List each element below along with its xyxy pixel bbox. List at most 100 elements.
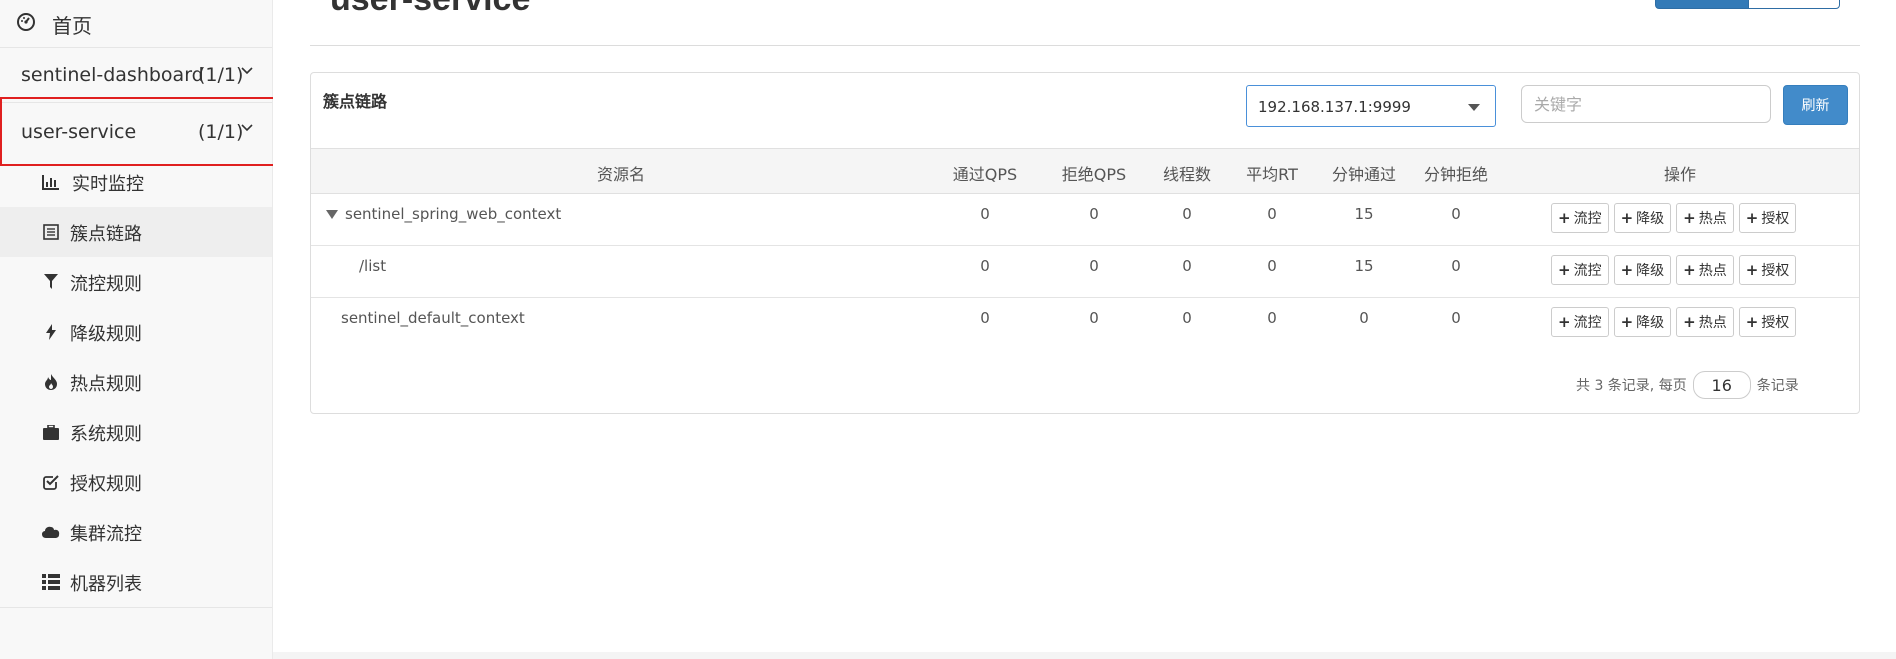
- add-hotspot-rule-button[interactable]: + 热点: [1676, 307, 1734, 337]
- add-auth-rule-button[interactable]: + 授权: [1738, 255, 1797, 285]
- briefcase-icon: [41, 422, 61, 442]
- action-label: 流控: [1573, 315, 1602, 331]
- page-title: user-service: [330, 0, 530, 19]
- avg-rt: 0: [1267, 309, 1277, 327]
- add-degrade-rule-button[interactable]: + 降级: [1613, 203, 1672, 233]
- minute-pass: 15: [1354, 205, 1374, 223]
- plus-icon: +: [1745, 313, 1759, 331]
- col-header-resource-name: 资源名: [596, 165, 646, 184]
- refresh-button[interactable]: 刷新: [1783, 85, 1848, 125]
- app-name: sentinel-dashboard: [21, 64, 204, 86]
- page-size-input[interactable]: 16: [1692, 371, 1751, 399]
- sidebar-home-label: 首页: [52, 14, 92, 38]
- menu-item-label: 机器列表: [70, 574, 142, 595]
- plus-icon: +: [1558, 209, 1571, 227]
- minute-block: 0: [1451, 205, 1461, 223]
- action-label: 降级: [1636, 263, 1665, 279]
- resource-panel: 簇点链路 192.168.137.1:9999 刷新 资源名 通过QPS 拒绝Q…: [310, 72, 1860, 414]
- table-row: sentinel_default_context 0 0 0 0 0 0 + 流控…: [311, 297, 1859, 349]
- sidebar-home[interactable]: 首页: [0, 0, 272, 48]
- add-hotspot-rule-button[interactable]: + 热点: [1676, 203, 1734, 233]
- action-label: 授权: [1761, 315, 1790, 331]
- resource-name: /list: [359, 257, 387, 275]
- resource-name: sentinel_spring_web_context: [345, 205, 562, 223]
- plus-icon: +: [1683, 313, 1696, 331]
- add-hotspot-rule-button[interactable]: + 热点: [1676, 255, 1734, 285]
- view-toggle-left-button[interactable]: [1655, 0, 1749, 9]
- th-list-icon: [41, 572, 61, 592]
- avg-rt: 0: [1267, 257, 1277, 275]
- menu-item-machine-list[interactable]: 机器列表: [0, 557, 272, 607]
- menu-item-auth-rules[interactable]: 授权规则: [0, 457, 272, 507]
- sidebar-app-sentinel-dashboard[interactable]: sentinel-dashboard (1/1): [0, 48, 272, 103]
- title-divider: [310, 45, 1860, 46]
- menu-item-hotspot-rules[interactable]: 热点规则: [0, 357, 272, 407]
- menu-item-cluster-flow[interactable]: 集群流控: [0, 507, 272, 557]
- view-toggle-right-button[interactable]: [1748, 0, 1840, 9]
- col-header-avg-rt: 平均RT: [1246, 165, 1298, 184]
- threads: 0: [1182, 309, 1192, 327]
- minute-block: 0: [1451, 257, 1461, 275]
- menu-item-label: 降级规则: [70, 324, 142, 345]
- add-flow-rule-button[interactable]: + 流控: [1551, 203, 1609, 233]
- minute-pass: 15: [1354, 257, 1374, 275]
- dashboard-icon: [16, 12, 36, 32]
- plus-icon: +: [1683, 209, 1696, 227]
- add-degrade-rule-button[interactable]: + 降级: [1613, 255, 1672, 285]
- machine-select[interactable]: 192.168.137.1:9999: [1246, 85, 1496, 127]
- pagination-info: 共 3 条记录, 每页 16 条记录: [1576, 371, 1799, 399]
- add-auth-rule-button[interactable]: + 授权: [1738, 307, 1797, 337]
- col-header-block-qps: 拒绝QPS: [1061, 165, 1127, 184]
- add-flow-rule-button[interactable]: + 流控: [1551, 307, 1609, 337]
- menu-item-system-rules[interactable]: 系统规则: [0, 407, 272, 457]
- sidebar-app-user-service[interactable]: user-service (1/1): [0, 97, 287, 166]
- col-header-minute-pass: 分钟通过: [1331, 165, 1397, 184]
- threads: 0: [1182, 257, 1192, 275]
- minute-block: 0: [1451, 309, 1461, 327]
- action-label: 流控: [1573, 211, 1602, 227]
- action-label: 授权: [1761, 211, 1790, 227]
- menu-item-label: 授权规则: [70, 474, 142, 495]
- action-label: 授权: [1761, 263, 1790, 279]
- fire-icon: [41, 372, 61, 392]
- action-label: 热点: [1698, 315, 1727, 331]
- menu-item-degrade-rules[interactable]: 降级规则: [0, 307, 272, 357]
- keyword-search-input[interactable]: [1521, 85, 1771, 123]
- table-row: sentinel_spring_web_context 0 0 0 0 15 0…: [311, 193, 1859, 246]
- table-row: /list 0 0 0 0 15 0 + 流控 + 降级 + 热点 + 授权: [311, 245, 1859, 298]
- minute-pass: 0: [1359, 309, 1369, 327]
- pass-qps: 0: [980, 309, 990, 327]
- plus-icon: +: [1745, 261, 1759, 279]
- plus-icon: +: [1745, 209, 1759, 227]
- list-icon: [41, 222, 61, 242]
- table-header: 资源名 通过QPS 拒绝QPS 线程数 平均RT 分钟通过 分钟拒绝 操作: [311, 148, 1859, 194]
- col-header-pass-qps: 通过QPS: [952, 165, 1018, 184]
- menu-item-label: 热点规则: [70, 374, 142, 395]
- tree-collapse-icon[interactable]: [326, 210, 338, 219]
- block-qps: 0: [1089, 205, 1099, 223]
- pager-suffix: 条记录: [1756, 378, 1799, 394]
- menu-item-label: 簇点链路: [70, 224, 142, 245]
- col-header-minute-block: 分钟拒绝: [1423, 165, 1489, 184]
- add-auth-rule-button[interactable]: + 授权: [1738, 203, 1797, 233]
- plus-icon: +: [1620, 209, 1634, 227]
- action-label: 降级: [1636, 211, 1665, 227]
- threads: 0: [1182, 205, 1192, 223]
- menu-item-label: 实时监控: [72, 174, 144, 195]
- menu-item-cluster-point-chain[interactable]: 簇点链路: [0, 207, 272, 257]
- plus-icon: +: [1683, 261, 1696, 279]
- pass-qps: 0: [980, 257, 990, 275]
- app-name: user-service: [21, 121, 137, 143]
- check-square-icon: [41, 472, 61, 492]
- col-header-threads: 线程数: [1162, 165, 1212, 184]
- plus-icon: +: [1620, 261, 1634, 279]
- cloud-icon: [41, 522, 61, 542]
- add-flow-rule-button[interactable]: + 流控: [1551, 255, 1609, 285]
- chevron-down-icon: [241, 62, 253, 80]
- bottom-strip: [273, 652, 1896, 659]
- sidebar: 首页 sentinel-dashboard (1/1) user-service…: [0, 0, 287, 659]
- menu-item-realtime-monitor[interactable]: 实时监控: [0, 157, 272, 207]
- menu-item-flow-rules[interactable]: 流控规则: [0, 257, 272, 307]
- add-degrade-rule-button[interactable]: + 降级: [1613, 307, 1672, 337]
- action-label: 流控: [1573, 263, 1602, 279]
